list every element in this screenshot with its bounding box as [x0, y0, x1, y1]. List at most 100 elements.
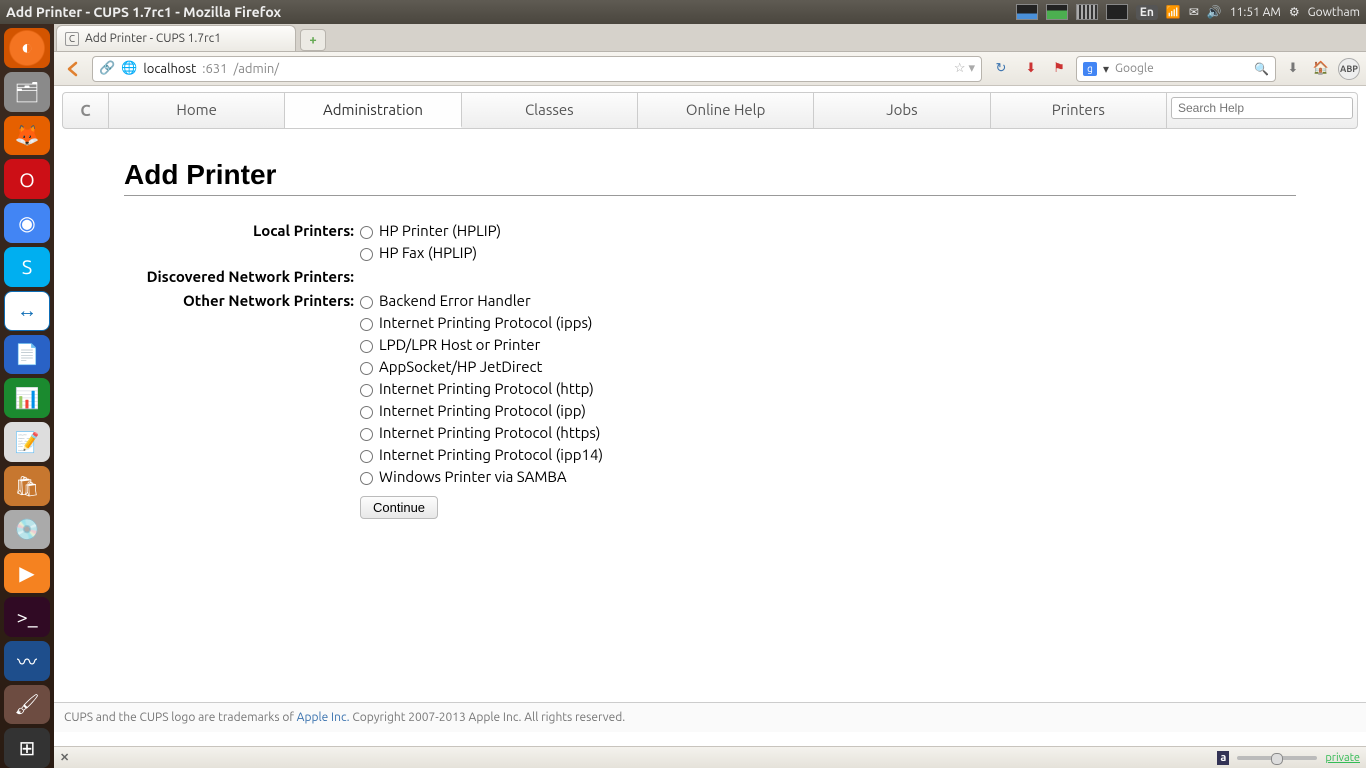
- software-center-icon[interactable]: 🛍: [4, 466, 50, 506]
- search-engine-icon[interactable]: g: [1083, 62, 1097, 76]
- footer-post: Copyright 2007-2013 Apple Inc. All right…: [350, 711, 626, 724]
- printer-option[interactable]: Windows Printer via SAMBA: [360, 466, 603, 488]
- row-local-printers: Local Printers: HP Printer (HPLIP)HP Fax…: [124, 220, 1296, 264]
- zoom-slider[interactable]: [1237, 756, 1317, 760]
- printer-option-label: Internet Printing Protocol (ipps): [379, 314, 593, 331]
- cpu-indicator-icon[interactable]: [1016, 4, 1038, 20]
- printer-option[interactable]: Internet Printing Protocol (ipp14): [360, 444, 603, 466]
- printer-option[interactable]: AppSocket/HP JetDirect: [360, 356, 603, 378]
- printer-option-label: HP Printer (HPLIP): [379, 222, 501, 239]
- network-indicator-icon[interactable]: [1076, 4, 1098, 20]
- printer-radio[interactable]: [360, 428, 373, 441]
- gear-icon[interactable]: ⚙: [1289, 5, 1300, 19]
- memory-indicator-icon[interactable]: [1046, 4, 1068, 20]
- help-search-input[interactable]: [1171, 97, 1353, 119]
- printer-option-label: Internet Printing Protocol (ipp14): [379, 446, 603, 463]
- teamviewer-icon[interactable]: ↔: [4, 291, 50, 331]
- url-path: /admin/: [233, 62, 279, 76]
- printer-radio[interactable]: [360, 406, 373, 419]
- printer-radio[interactable]: [360, 362, 373, 375]
- opera-icon[interactable]: O: [4, 159, 50, 199]
- reload-button[interactable]: ↻: [988, 61, 1014, 76]
- home-icon[interactable]: 🏠: [1310, 58, 1332, 80]
- footer-apple-link[interactable]: Apple Inc.: [297, 711, 350, 724]
- printer-option[interactable]: Internet Printing Protocol (ipps): [360, 312, 603, 334]
- app-icon[interactable]: 🖌: [4, 685, 50, 725]
- clock[interactable]: 11:51 AM: [1230, 6, 1281, 19]
- search-icon[interactable]: 🔍: [1254, 62, 1269, 76]
- search-placeholder: Google: [1115, 62, 1154, 75]
- terminal-icon[interactable]: >_: [4, 597, 50, 637]
- printer-option[interactable]: Internet Printing Protocol (https): [360, 422, 603, 444]
- vlc-icon[interactable]: ▶: [4, 553, 50, 593]
- window-title: Add Printer - CUPS 1.7rc1 - Mozilla Fire…: [6, 4, 1016, 20]
- printer-radio[interactable]: [360, 384, 373, 397]
- printer-radio[interactable]: [360, 318, 373, 331]
- page-footer: CUPS and the CUPS logo are trademarks of…: [54, 702, 1366, 732]
- private-link[interactable]: private: [1325, 752, 1360, 764]
- page-content: Add Printer Local Printers: HP Printer (…: [54, 129, 1366, 539]
- nav-administration[interactable]: Administration: [285, 93, 461, 128]
- gedit-icon[interactable]: 📝: [4, 422, 50, 462]
- user-menu[interactable]: Gowtham: [1308, 6, 1360, 19]
- nav-jobs[interactable]: Jobs: [814, 93, 990, 128]
- printer-radio[interactable]: [360, 472, 373, 485]
- continue-button[interactable]: Continue: [360, 496, 438, 519]
- new-tab-button[interactable]: +: [300, 29, 326, 51]
- printer-option[interactable]: Internet Printing Protocol (ipp): [360, 400, 603, 422]
- volume-icon[interactable]: 🔊: [1207, 5, 1222, 19]
- files-icon[interactable]: 🗂: [4, 72, 50, 112]
- skype-icon[interactable]: S: [4, 247, 50, 287]
- printer-option[interactable]: Backend Error Handler: [360, 290, 603, 312]
- os-titlebar: Add Printer - CUPS 1.7rc1 - Mozilla Fire…: [0, 0, 1366, 24]
- title-divider: [124, 195, 1296, 196]
- dash-icon[interactable]: ◐: [4, 28, 50, 68]
- cups-logo-icon[interactable]: C: [63, 93, 109, 128]
- printer-option[interactable]: LPD/LPR Host or Printer: [360, 334, 603, 356]
- printer-option-label: Internet Printing Protocol (http): [379, 380, 594, 397]
- download-arrow-icon[interactable]: ⬇: [1282, 58, 1304, 80]
- printer-option-label: HP Fax (HPLIP): [379, 244, 477, 261]
- nav-classes[interactable]: Classes: [462, 93, 638, 128]
- nav-printers[interactable]: Printers: [991, 93, 1167, 128]
- keyboard-layout[interactable]: En: [1136, 5, 1158, 20]
- footer-pre: CUPS and the CUPS logo are trademarks of: [64, 711, 297, 724]
- back-button[interactable]: [60, 56, 86, 82]
- printer-radio[interactable]: [360, 450, 373, 463]
- disk-icon[interactable]: 💿: [4, 510, 50, 550]
- tab-favicon-icon: C: [65, 32, 79, 46]
- writer-icon[interactable]: 📄: [4, 335, 50, 375]
- printer-option[interactable]: HP Printer (HPLIP): [360, 220, 501, 242]
- page-viewport: C Home Administration Classes Online Hel…: [54, 86, 1366, 768]
- url-bar[interactable]: 🔗 🌐 localhost:631/admin/ ☆ ▾: [92, 56, 982, 82]
- nav-home[interactable]: Home: [109, 93, 285, 128]
- printer-radio[interactable]: [360, 296, 373, 309]
- nav-online-help[interactable]: Online Help: [638, 93, 814, 128]
- workspace-icon[interactable]: ⊞: [4, 728, 50, 768]
- page-title: Add Printer: [124, 159, 1296, 191]
- chrome-icon[interactable]: ◉: [4, 203, 50, 243]
- calc-icon[interactable]: 📊: [4, 378, 50, 418]
- block-icon[interactable]: ⚑: [1048, 58, 1070, 80]
- printer-option[interactable]: Internet Printing Protocol (http): [360, 378, 603, 400]
- system-monitor-icon[interactable]: 〰: [4, 641, 50, 681]
- browser-tab[interactable]: C Add Printer - CUPS 1.7rc1: [56, 25, 296, 51]
- identity-icon[interactable]: 🔗: [99, 61, 115, 76]
- firefox-icon[interactable]: 🦊: [4, 116, 50, 156]
- nav-toolbar: 🔗 🌐 localhost:631/admin/ ☆ ▾ ↻ ⬇ ⚑ g ▾ G…: [54, 52, 1366, 86]
- globe-icon: 🌐: [121, 61, 137, 76]
- printer-radio[interactable]: [360, 248, 373, 261]
- printer-option-label: Windows Printer via SAMBA: [379, 468, 567, 485]
- downloads-icon[interactable]: ⬇: [1020, 58, 1042, 80]
- printer-option[interactable]: HP Fax (HPLIP): [360, 242, 501, 264]
- printer-radio[interactable]: [360, 340, 373, 353]
- addonbar-close-icon[interactable]: ✕: [60, 751, 69, 764]
- printer-radio[interactable]: [360, 226, 373, 239]
- autopager-icon[interactable]: a: [1217, 751, 1229, 765]
- wifi-icon[interactable]: 📶: [1166, 5, 1181, 19]
- search-box[interactable]: g ▾ Google 🔍: [1076, 56, 1276, 82]
- disk-indicator-icon[interactable]: [1106, 4, 1128, 20]
- bookmark-star-icon[interactable]: ☆ ▾: [954, 61, 975, 76]
- abp-icon[interactable]: ABP: [1338, 58, 1360, 80]
- mail-icon[interactable]: ✉: [1189, 5, 1199, 19]
